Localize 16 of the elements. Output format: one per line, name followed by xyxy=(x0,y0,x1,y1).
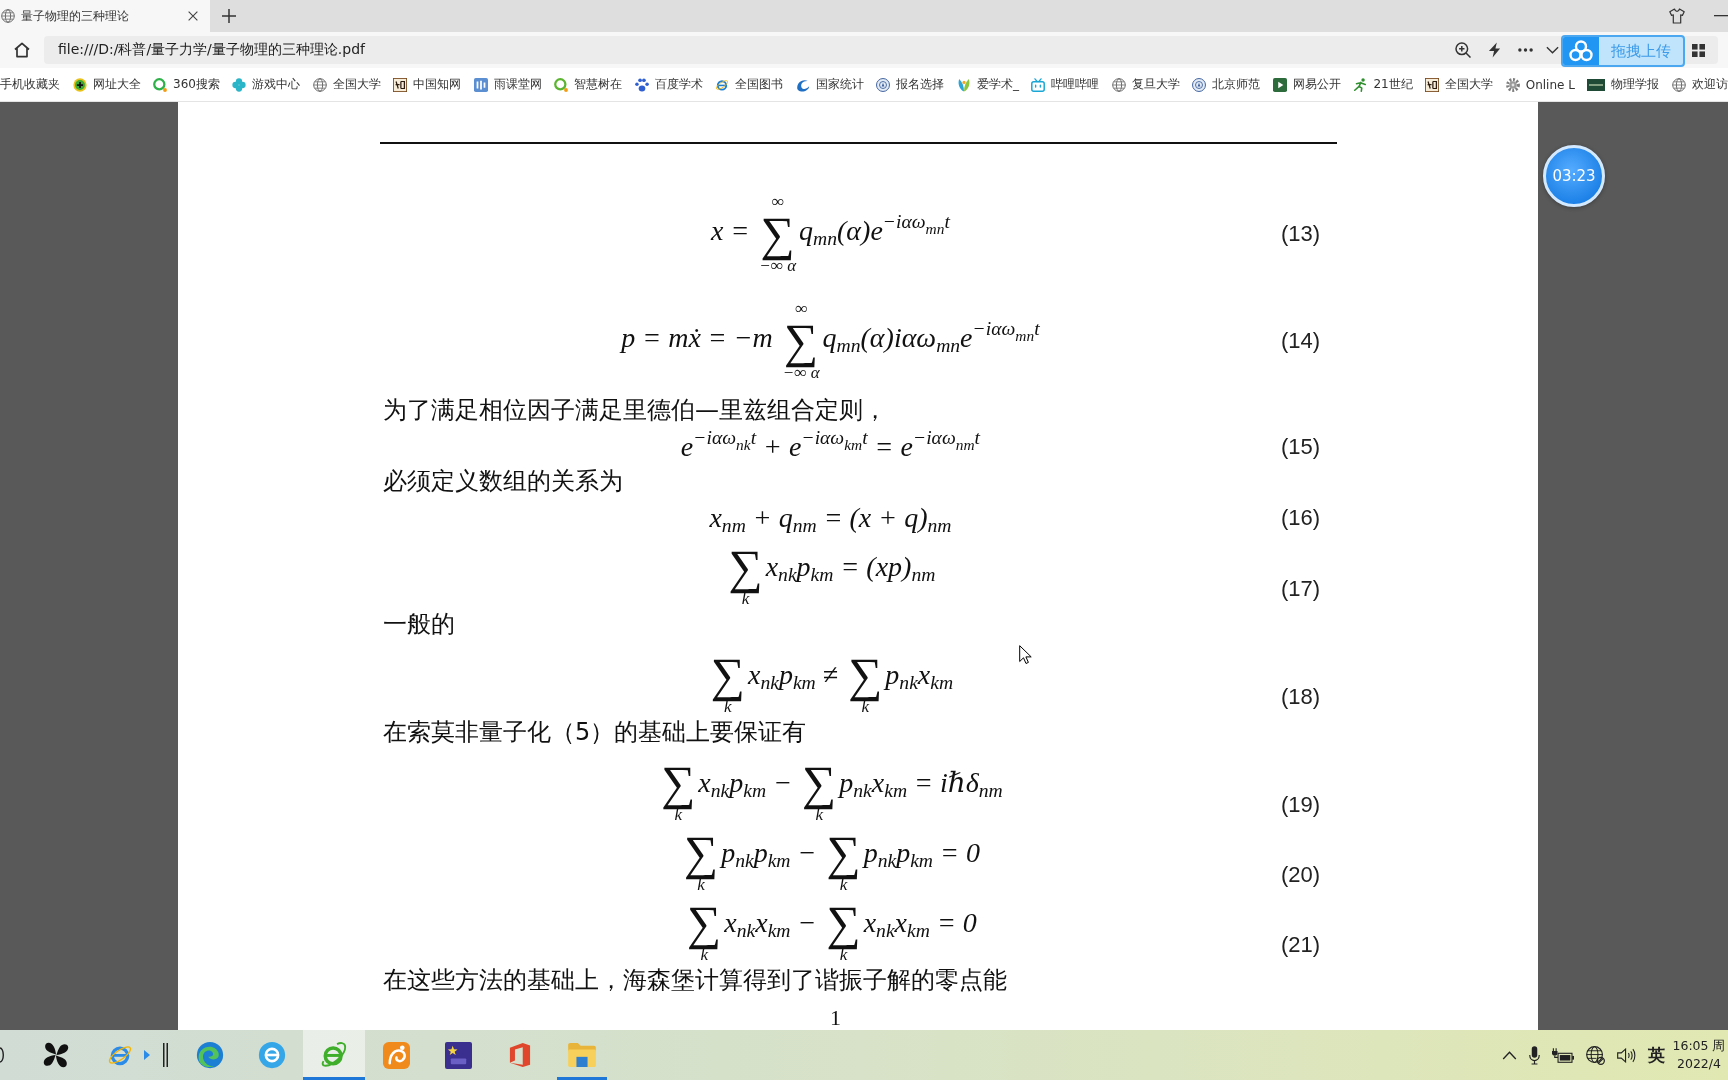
equation-number: (14) xyxy=(1280,328,1320,354)
paragraph-text: 为了满足相位因子满足里德伯—里兹组合定则， xyxy=(382,396,888,424)
paragraph-text: 一般的 xyxy=(382,610,456,638)
page-number: 1 xyxy=(830,1005,841,1030)
equation-number: (13) xyxy=(1280,221,1320,247)
equation-number: (21) xyxy=(1280,932,1320,958)
math-equation: x$_{nm}$ + q$_{nm}$ = (x + q)$_{nm}$ xyxy=(709,501,952,538)
equation-number: (20) xyxy=(1280,862,1320,888)
paragraph-text: 在索莫非量子化（5）的基础上要保证有 xyxy=(382,718,808,746)
equation-number: (17) xyxy=(1280,576,1320,602)
equation-number: (19) xyxy=(1280,792,1320,818)
equation-number: (16) xyxy=(1280,505,1320,531)
paragraph-text: 在这些方法的基础上，海森堡计算得到了谐振子解的零点能 xyxy=(382,966,1008,994)
equation-number: (18) xyxy=(1280,684,1320,710)
equation-number: (15) xyxy=(1280,434,1320,460)
paragraph-text: 必须定义数组的关系为 xyxy=(382,467,624,495)
